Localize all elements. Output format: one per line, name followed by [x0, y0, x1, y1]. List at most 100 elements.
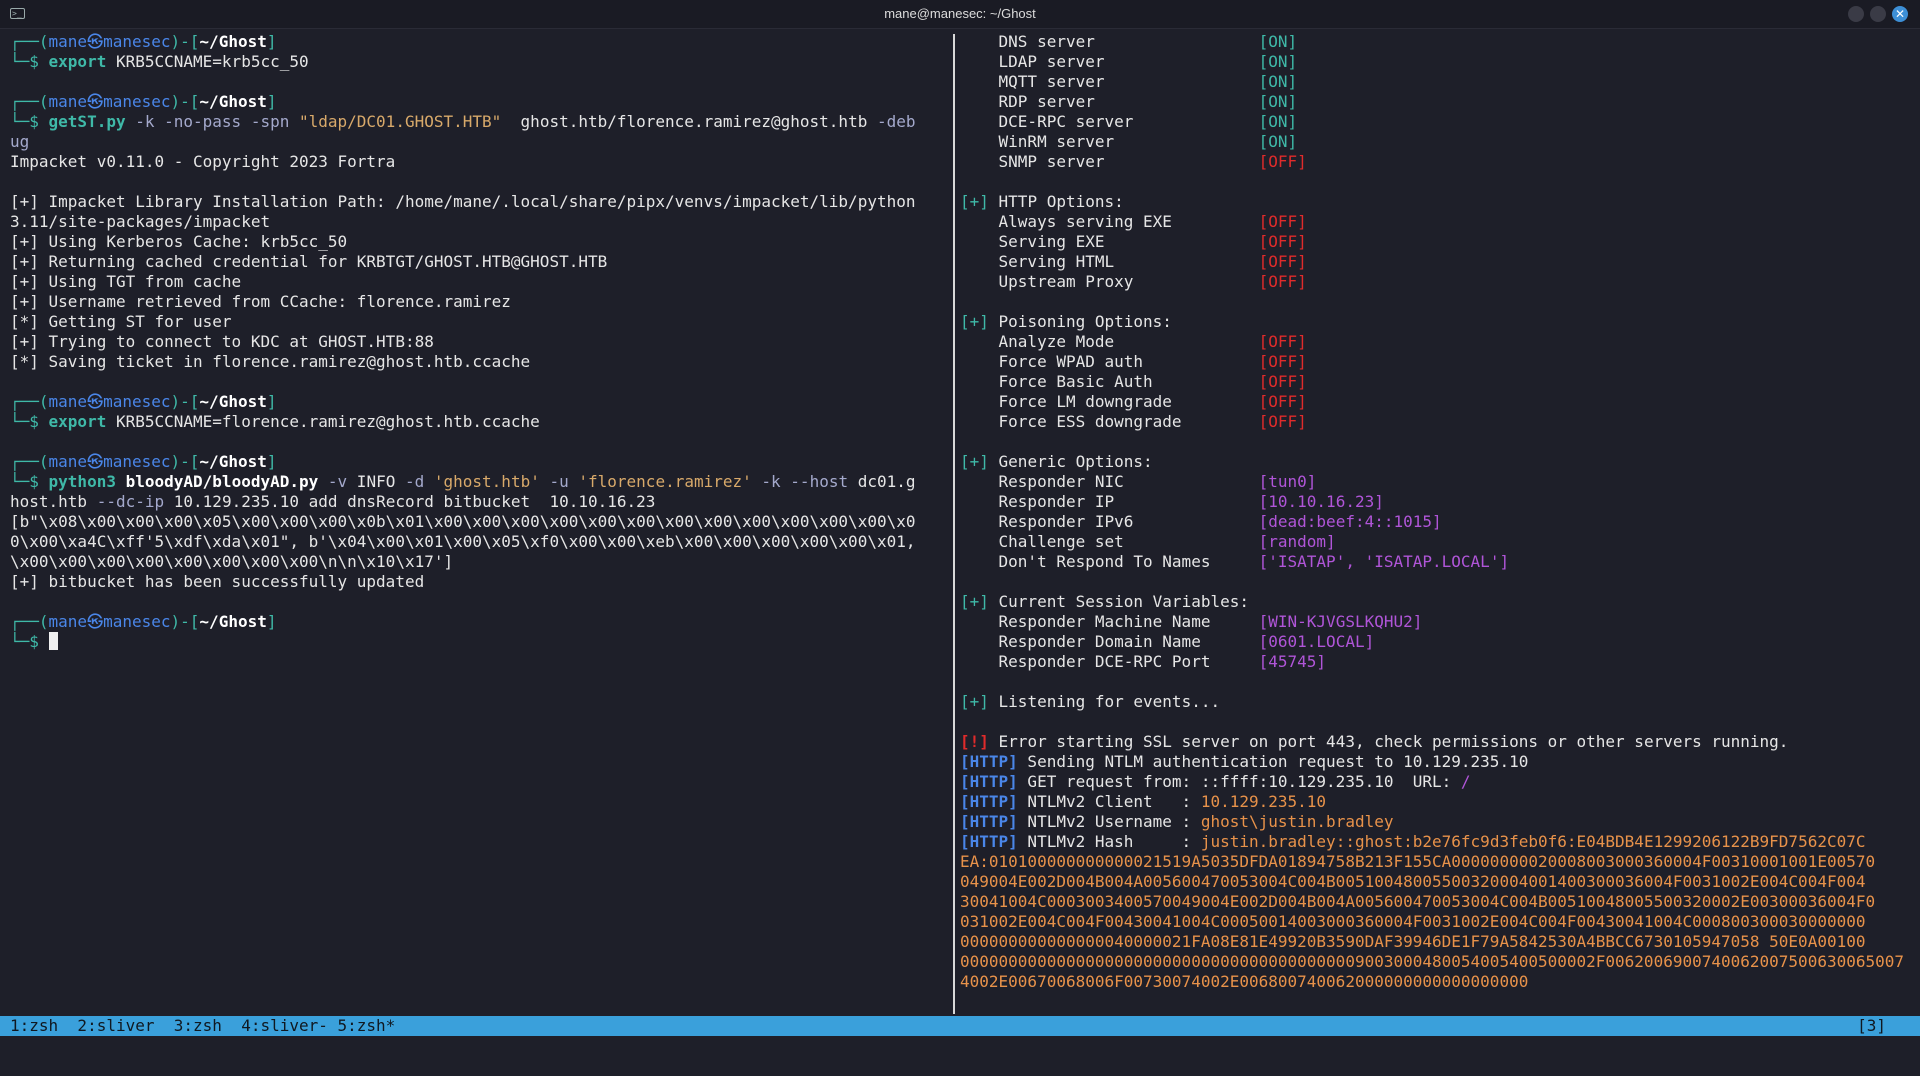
command-args: -k --host [751, 472, 849, 491]
prompt-bracket: ┌──( [10, 452, 49, 471]
command-args: -d [404, 472, 434, 491]
hash-line: 4002E00670068006F00730074002E00680074006… [960, 972, 1905, 992]
maximize-button[interactable] [1870, 6, 1886, 22]
option-line: Force ESS downgrade [OFF] [960, 412, 1905, 432]
server-status-line: WinRM server [ON] [960, 132, 1905, 152]
option-label: DNS server [960, 32, 1259, 51]
option-value: [ON] [1258, 132, 1298, 151]
prompt-bracket: )-[ [170, 392, 200, 411]
minimize-button[interactable] [1848, 6, 1864, 22]
http-tag: [HTTP] [960, 772, 1018, 791]
http-log-line: [HTTP] NTLMv2 Hash : justin.bradley::gho… [960, 832, 1905, 852]
prompt-host: manesec [103, 392, 171, 411]
option-line: Don't Respond To Names ['ISATAP', 'ISATA… [960, 552, 1905, 572]
close-button[interactable]: ✕ [1892, 6, 1908, 22]
option-value: [ON] [1258, 52, 1298, 71]
hash-text: 4002E00670068006F00730074002E00680074006… [960, 972, 1529, 991]
option-label: Force Basic Auth [960, 372, 1259, 391]
section-title: HTTP Options: [988, 192, 1124, 211]
prompt-at: ㉿ [87, 92, 104, 111]
left-terminal-pane[interactable]: ┌──(mane㉿manesec)-[~/Ghost] └─$ export KR… [10, 32, 950, 652]
section-title: Current Session Variables: [988, 592, 1249, 611]
output-line: [+] Trying to connect to KDC at GHOST.HT… [10, 332, 434, 351]
prompt-at: ㉿ [87, 32, 104, 51]
command-args: -v [318, 472, 348, 491]
option-label: Force LM downgrade [960, 392, 1259, 411]
option-value: [45745] [1258, 652, 1327, 671]
option-line: Challenge set [random] [960, 532, 1905, 552]
option-value: [random] [1258, 532, 1336, 551]
hash-text: 0000000000000000000000000000000000000000… [960, 952, 1905, 971]
prompt-arrow: └─$ [10, 112, 49, 131]
option-value: [OFF] [1258, 252, 1307, 271]
hash-text: 049004E002D004B004A005600470053004C004B0… [960, 872, 1866, 891]
output-line: [+] Using TGT from cache [10, 272, 242, 291]
prompt-arrow: └─$ [10, 472, 49, 491]
prompt-user: mane [48, 92, 88, 111]
hash-text: 30041004C0003003400570049004E002D004B004… [960, 892, 1876, 911]
option-line: Force WPAD auth [OFF] [960, 352, 1905, 372]
option-label: Upstream Proxy [960, 272, 1259, 291]
option-line: Serving HTML [OFF] [960, 252, 1905, 272]
log-value: 10.129.235.10 [1200, 792, 1327, 811]
prompt-host: manesec [103, 92, 171, 111]
window-tabs[interactable]: 1:zsh 2:sliver 3:zsh 4:sliver- 5:zsh* [10, 1016, 395, 1036]
option-label: Responder IPv6 [960, 512, 1259, 531]
prompt-path: ~/Ghost [199, 32, 267, 51]
hash-line: 0000000000000000000000000000000000000000… [960, 952, 1905, 972]
prompt-arrow: └─$ [10, 412, 49, 431]
prompt-bracket: )-[ [170, 612, 200, 631]
command-string: 'florence.ramirez' [578, 472, 752, 491]
command-args: --dc-ip [96, 492, 165, 511]
output-line: [+] Impacket Library Installation Path: … [10, 192, 916, 211]
prompt-path: ~/Ghost [199, 392, 267, 411]
prompt-bracket: ┌──( [10, 92, 49, 111]
command-args: ug [10, 132, 30, 151]
output-line: \x00\x00\x00\x00\x00\x00\x00\x00\n\n\x10… [10, 552, 454, 571]
prompt-host: manesec [103, 612, 171, 631]
option-label: Responder NIC [960, 472, 1259, 491]
command-name: export [48, 52, 107, 71]
command-args: ghost.htb/florence.ramirez@ghost.htb [501, 112, 877, 131]
section-title: Generic Options: [988, 452, 1153, 471]
option-line: Responder NIC [tun0] [960, 472, 1905, 492]
title-bar: >_ mane@manesec: ~/Ghost ✕ [0, 0, 1920, 29]
option-label: RDP server [960, 92, 1259, 111]
output-line: ug [10, 132, 950, 152]
right-terminal-pane[interactable]: DNS server [ON] LDAP server [ON] MQTT se… [960, 32, 1905, 992]
output-line: [+] Username retrieved from CCache: flor… [10, 292, 511, 311]
error-line: [!] Error starting SSL server on port 44… [960, 732, 1905, 752]
command-args: dc01.g [848, 472, 916, 491]
output-line: [*] Saving ticket in florence.ramirez@gh… [10, 352, 531, 371]
listening-line: [+] Listening for events... [960, 692, 1905, 712]
option-value: [OFF] [1258, 232, 1307, 251]
prompt-line: ┌──(mane㉿manesec)-[~/Ghost] [10, 452, 950, 472]
command-args: -u [539, 472, 579, 491]
option-line: Serving EXE [OFF] [960, 232, 1905, 252]
pane-divider[interactable] [953, 34, 955, 1014]
prompt-path: ~/Ghost [199, 612, 267, 631]
option-value: [WIN-KJVGSLKQHU2] [1258, 612, 1423, 631]
command-args: INFO [347, 472, 405, 491]
prompt-at: ㉿ [87, 452, 104, 471]
log-text: NTLMv2 Username : [1017, 812, 1201, 831]
option-label: WinRM server [960, 132, 1259, 151]
prompt-line: ┌──(mane㉿manesec)-[~/Ghost] [10, 92, 950, 112]
section-header: [+] Generic Options: [960, 452, 1905, 472]
server-status-line: DCE-RPC server [ON] [960, 112, 1905, 132]
command-args: KRB5CCNAME=krb5cc_50 [106, 52, 309, 71]
command-line: └─$ [10, 632, 950, 652]
server-status-line: LDAP server [ON] [960, 52, 1905, 72]
server-status-line: MQTT server [ON] [960, 72, 1905, 92]
hash-line: EA:010100000000000021519A5035DFDA0189475… [960, 852, 1905, 872]
option-value: [10.10.16.23] [1258, 492, 1384, 511]
http-tag: [HTTP] [960, 832, 1018, 851]
command-file: bloodyAD/bloodyAD.py [115, 472, 319, 491]
